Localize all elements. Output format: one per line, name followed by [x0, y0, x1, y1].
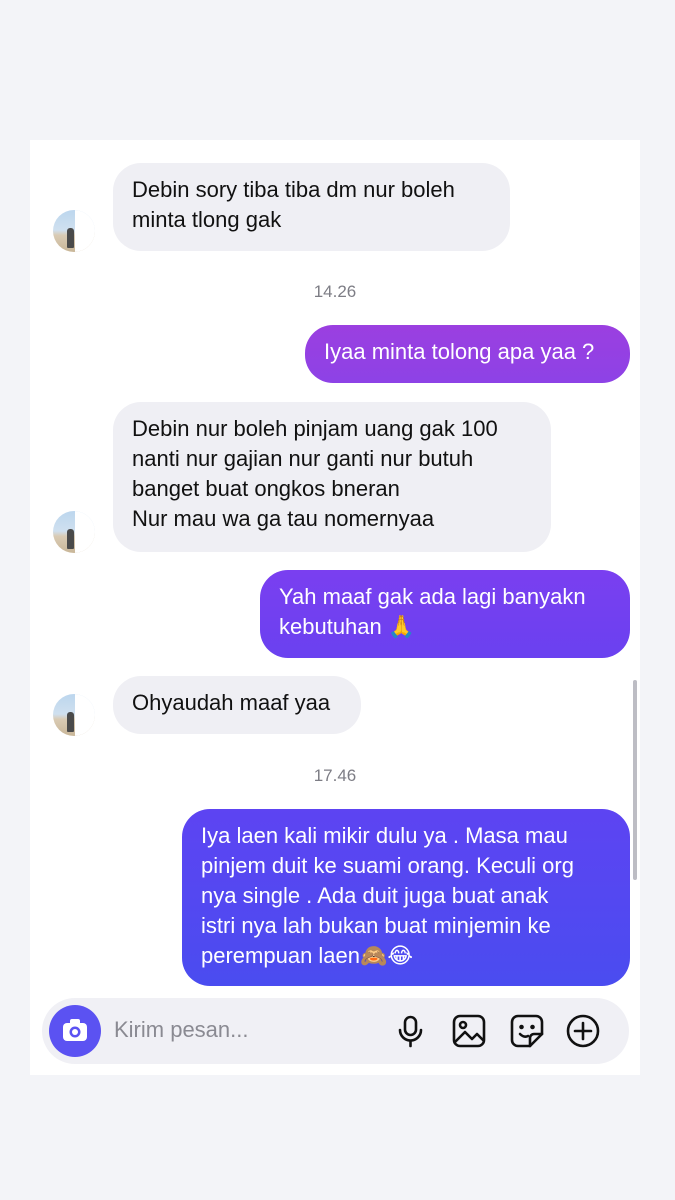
- sticker-button[interactable]: [509, 1013, 545, 1049]
- timestamp: 14.26: [313, 282, 357, 301]
- camera-icon: [63, 1019, 87, 1041]
- message-bubble-outgoing[interactable]: Iyaa minta tolong apa yaa ?: [305, 325, 630, 383]
- plus-icon: [566, 1014, 600, 1048]
- message-bubble-incoming[interactable]: Ohyaudah maaf yaa: [113, 676, 361, 734]
- avatar[interactable]: [53, 511, 95, 553]
- gallery-button[interactable]: [451, 1013, 487, 1049]
- message-bubble-incoming[interactable]: Debin nur boleh pinjam uang gak 100 nant…: [113, 402, 551, 552]
- microphone-icon: [398, 1015, 423, 1048]
- message-composer: Kirim pesan...: [42, 998, 629, 1064]
- camera-button[interactable]: [49, 1005, 101, 1057]
- scrollbar[interactable]: [633, 680, 637, 880]
- sticker-icon: [510, 1014, 544, 1048]
- add-button[interactable]: [565, 1013, 601, 1049]
- chat-thread: Debin sory tiba tiba dm nur boleh minta …: [30, 140, 640, 1075]
- image-icon: [452, 1014, 486, 1048]
- message-bubble-incoming[interactable]: Debin sory tiba tiba dm nur boleh minta …: [113, 163, 510, 251]
- message-input[interactable]: Kirim pesan...: [114, 1017, 249, 1043]
- screen: Debin sory tiba tiba dm nur boleh minta …: [0, 0, 675, 1200]
- message-bubble-outgoing[interactable]: Yah maaf gak ada lagi banyakn kebutuhan …: [260, 570, 630, 658]
- message-bubble-outgoing[interactable]: Iya laen kali mikir dulu ya . Masa mau p…: [182, 809, 630, 986]
- avatar[interactable]: [53, 210, 95, 252]
- avatar[interactable]: [53, 694, 95, 736]
- microphone-button[interactable]: [393, 1013, 429, 1049]
- timestamp: 17.46: [313, 766, 357, 785]
